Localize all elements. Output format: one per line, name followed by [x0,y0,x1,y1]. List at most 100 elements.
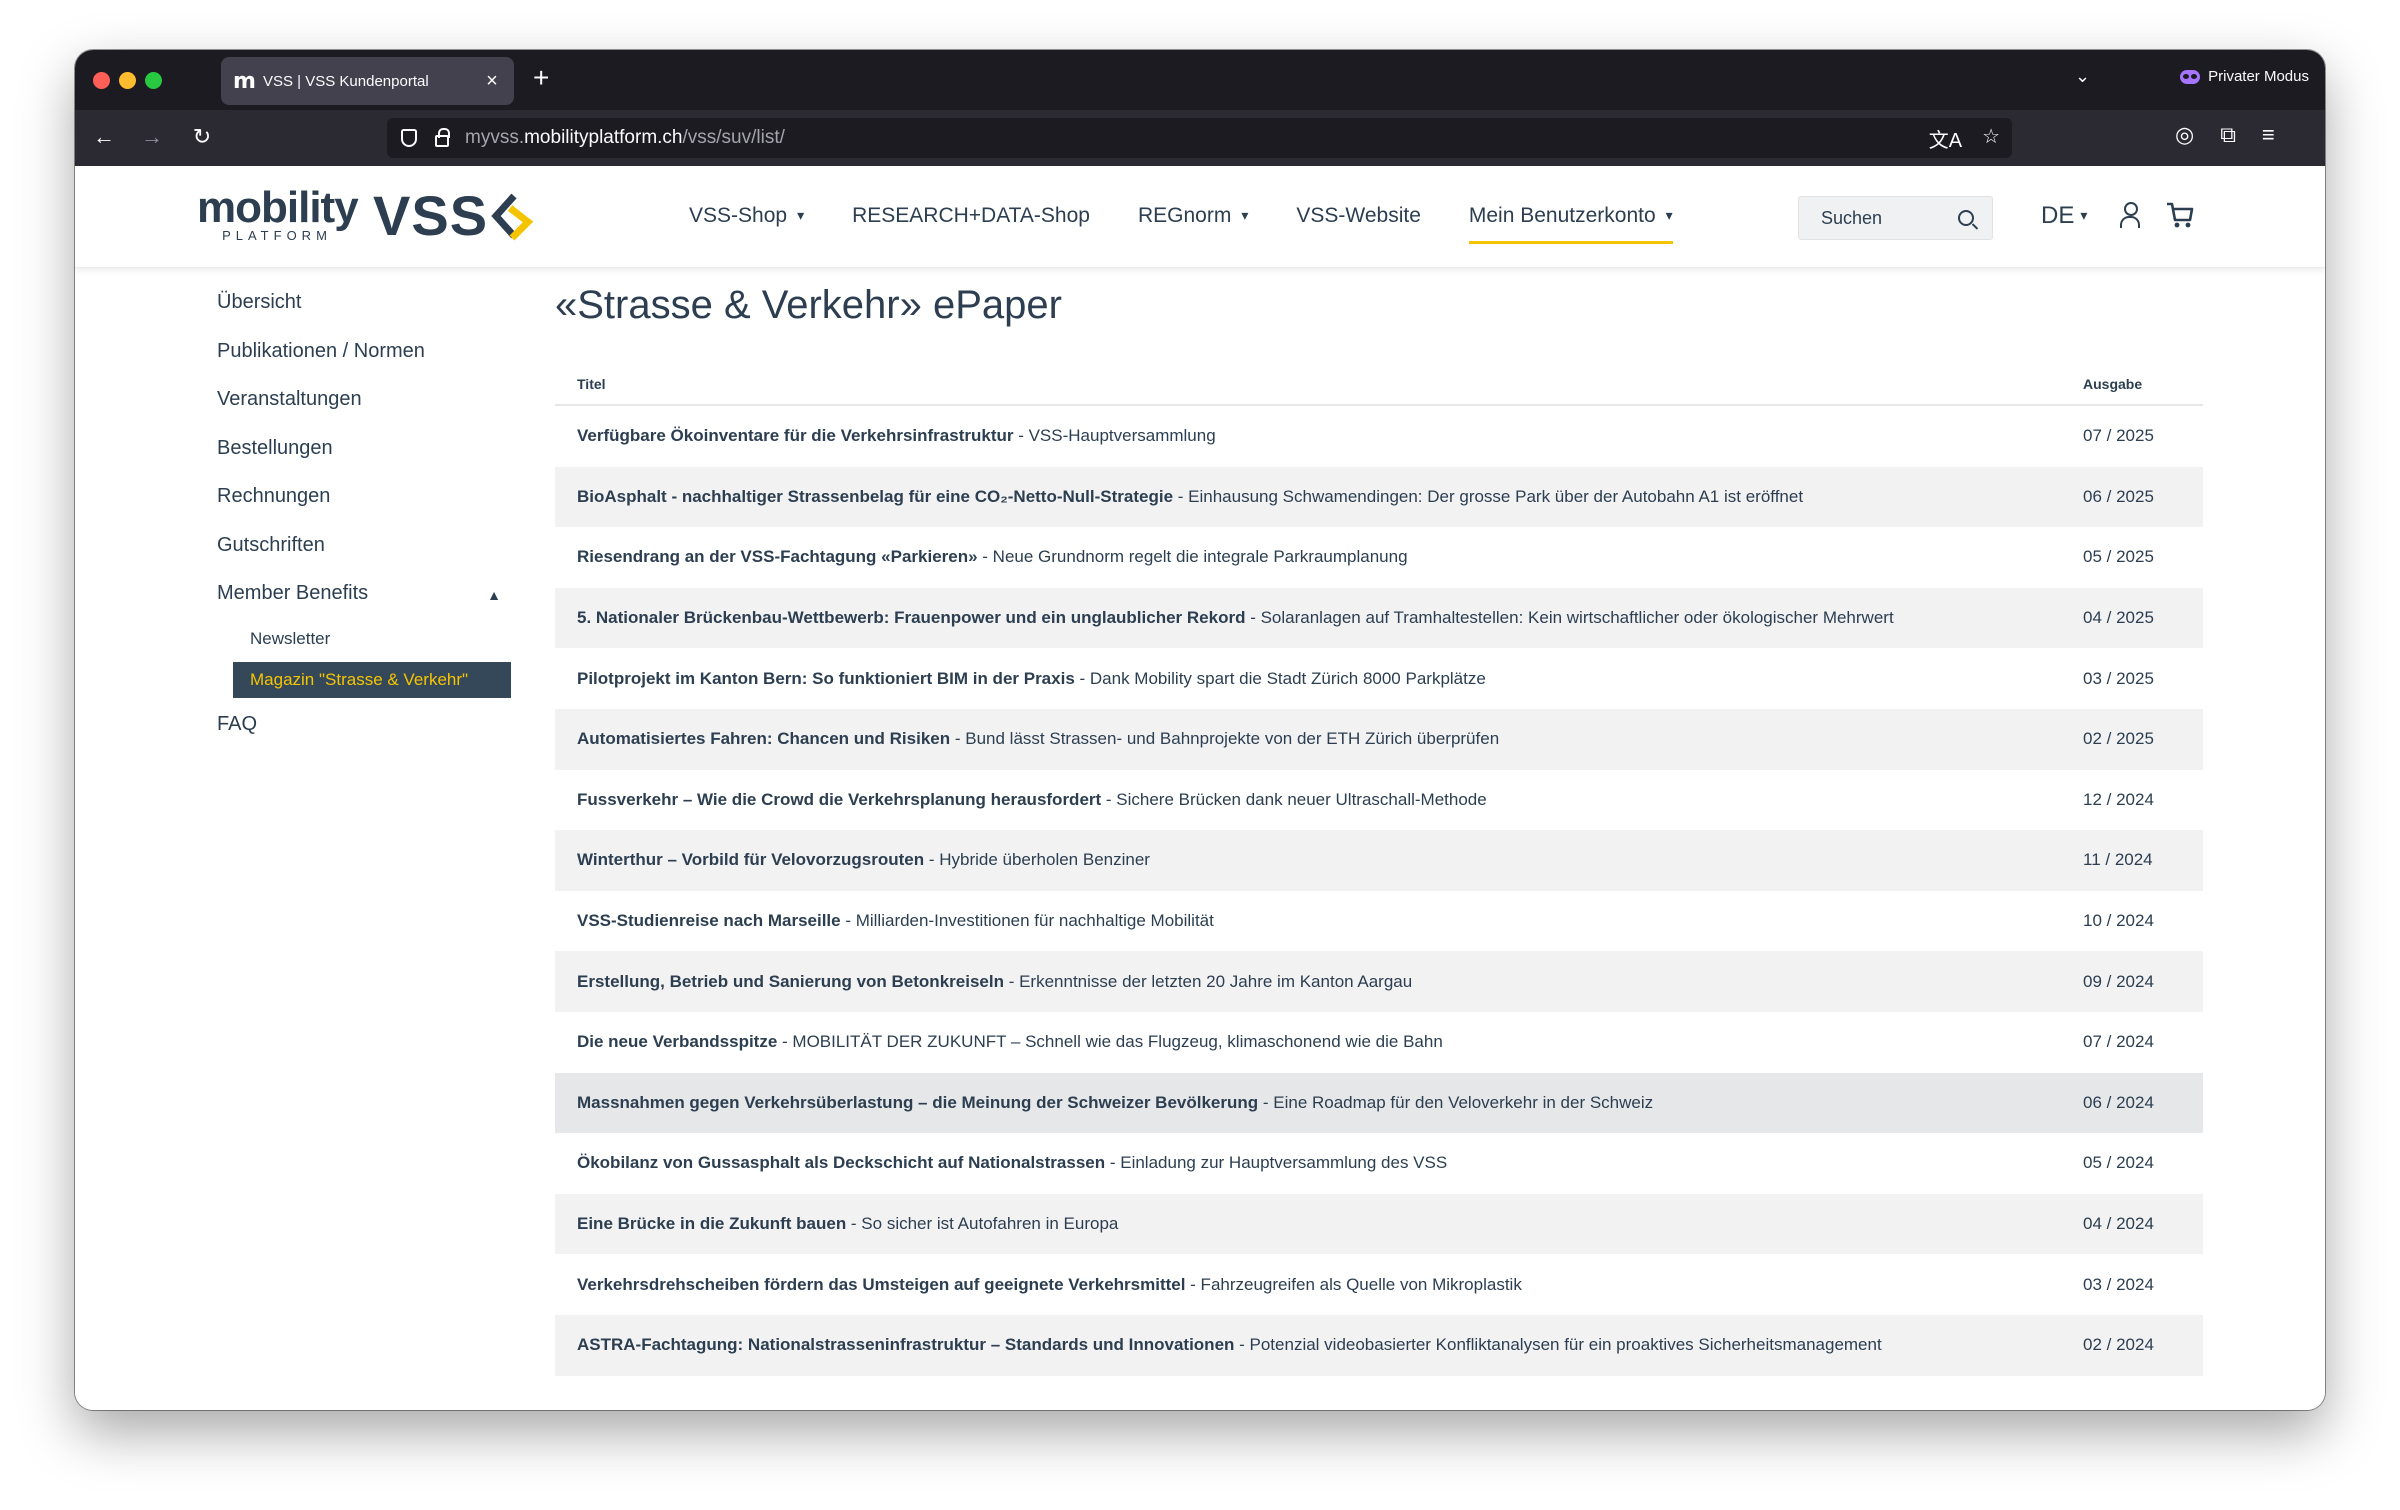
table-row[interactable]: Erstellung, Betrieb und Sanierung von Be… [555,951,2203,1012]
url-prefix: myvss. [465,127,525,148]
browser-toolbar: ← → ↻ myvss.mobilityplatform.ch/vss/suv/… [75,110,2325,166]
table-row[interactable]: 5. Nationaler Brückenbau-Wettbewerb: Fra… [555,587,2203,649]
sidebar-item-gutschriften[interactable]: Gutschriften [217,529,517,578]
private-mode-label: Privater Modus [2208,68,2309,85]
table-row[interactable]: Verkehrsdrehscheiben fördern das Umsteig… [555,1254,2203,1315]
table-row[interactable]: Pilotprojekt im Kanton Bern: So funktion… [555,648,2203,709]
row-title[interactable]: Eine Brücke in die Zukunft bauen - So si… [555,1214,2053,1234]
url-text[interactable]: myvss.mobilityplatform.ch/vss/suv/list/ [465,127,785,149]
forward-arrow-icon[interactable]: → [137,122,167,152]
row-issue: 07 / 2025 [2083,426,2154,446]
vss-chevron-logo-icon [491,193,534,241]
table-row[interactable]: Fussverkehr – Wie die Crowd die Verkehrs… [555,770,2203,831]
back-arrow-icon[interactable]: ← [89,122,119,152]
nav-research-data-shop-label: RESEARCH+DATA-Shop [852,204,1090,227]
nav-regnorm[interactable]: REGnorm ▾ [1114,200,1272,246]
table-row[interactable]: Die neue Verbandsspitze - MOBILITÄT DER … [555,1012,2203,1073]
row-issue: 03 / 2024 [2083,1274,2154,1294]
row-title[interactable]: Massnahmen gegen Verkehrsüberlastung – d… [555,1093,2053,1113]
row-title-rest: - Fahrzeugreifen als Quelle von Mikropla… [1185,1274,1522,1294]
search-input[interactable] [1821,207,1951,229]
mobility-platform-logo[interactable]: mobility PLATFORM [197,186,359,244]
table-row[interactable]: BioAsphalt - nachhaltiger Strassenbelag … [555,466,2203,528]
sidebar-item-veranstaltungen[interactable]: Veranstaltungen [217,383,517,432]
reload-icon[interactable]: ↻ [187,122,217,152]
user-account-icon[interactable] [2119,202,2141,230]
page-title: «Strasse & Verkehr» ePaper [555,283,1062,327]
tab-close-icon[interactable]: × [482,70,502,93]
table-row[interactable]: Ökobilanz von Gussasphalt als Deckschich… [555,1133,2203,1194]
row-title-bold: Fussverkehr – Wie die Crowd die Verkehrs… [577,789,1102,809]
table-row[interactable]: Riesendrang an der VSS-Fachtagung «Parki… [555,527,2203,588]
bookmark-star-icon[interactable]: ☆ [1982,124,2000,153]
row-title-rest: - Erkenntnisse der letzten 20 Jahre im K… [1003,971,1413,991]
new-tab-button[interactable]: + [533,62,549,94]
table-row[interactable]: Verfügbare Ökoinventare für die Verkehrs… [555,406,2203,467]
nav-mein-benutzerkonto[interactable]: Mein Benutzerkonto ▾ [1445,200,1697,246]
row-title-rest: - So sicher ist Autofahren in Europa [846,1214,1119,1234]
nav-vss-website[interactable]: VSS-Website [1272,200,1445,246]
vss-logo[interactable]: VSS [373,188,536,244]
browser-tab-active[interactable]: m VSS | VSS Kundenportal × [221,57,514,105]
sidebar-item-faq[interactable]: FAQ [217,708,517,757]
translate-icon[interactable]: 文A [1929,124,1962,153]
lock-icon[interactable] [435,128,450,147]
sidebar-item-publikationen[interactable]: Publikationen / Normen [217,335,517,384]
minimize-window-button[interactable] [119,72,136,89]
row-title-rest: - Eine Roadmap für den Veloverkehr in de… [1258,1092,1654,1112]
row-title[interactable]: Winterthur – Vorbild für Velovorzugsrout… [555,850,2053,870]
sidebar-item-rechnungen[interactable]: Rechnungen [217,480,517,529]
tab-list-chevron-icon[interactable]: ⌄ [2075,66,2090,87]
sidebar-item-member-benefits[interactable]: Member Benefits ▲ [217,577,517,626]
close-window-button[interactable] [93,72,110,89]
table-row[interactable]: Automatisiertes Fahren: Chancen und Risi… [555,708,2203,770]
row-title[interactable]: Pilotprojekt im Kanton Bern: So funktion… [555,669,2053,689]
row-issue: 04 / 2024 [2083,1214,2154,1234]
sidebar-subitem-newsletter[interactable]: Newsletter [217,626,517,662]
language-selector[interactable]: DE ▾ [2041,202,2087,230]
row-title[interactable]: Automatisiertes Fahren: Chancen und Risi… [555,729,2053,749]
tracking-shield-icon[interactable] [401,129,417,147]
row-title[interactable]: ASTRA-Fachtagung: Nationalstrasseninfras… [555,1335,2053,1355]
row-title[interactable]: BioAsphalt - nachhaltiger Strassenbelag … [555,487,2053,507]
row-title[interactable]: 5. Nationaler Brückenbau-Wettbewerb: Fra… [555,608,2053,628]
row-title-rest: - Sichere Brücken dank neuer Ultraschall… [1101,789,1487,809]
table-row[interactable]: ASTRA-Fachtagung: Nationalstrasseninfras… [555,1314,2203,1376]
maximize-window-button[interactable] [145,72,162,89]
url-path: /vss/suv/list/ [682,127,785,148]
sidebar-subitem-magazin[interactable]: Magazin "Strasse & Verkehr" [233,661,511,698]
row-title[interactable]: Riesendrang an der VSS-Fachtagung «Parki… [555,547,2053,567]
table-row[interactable]: VSS-Studienreise nach Marseille - Millia… [555,891,2203,952]
row-title-bold: Riesendrang an der VSS-Fachtagung «Parki… [577,547,978,567]
table-row[interactable]: Winterthur – Vorbild für Velovorzugsrout… [555,830,2203,891]
extensions-icon[interactable]: ⧉ [2220,122,2236,148]
chevron-down-icon: ▾ [1665,207,1673,223]
nav-vss-shop[interactable]: VSS-Shop ▾ [665,200,828,246]
nav-vss-website-label: VSS-Website [1296,204,1421,227]
sidebar-item-bestellungen[interactable]: Bestellungen [217,432,517,481]
row-title[interactable]: Die neue Verbandsspitze - MOBILITÄT DER … [555,1032,2053,1052]
shopping-cart-icon[interactable] [2165,200,2195,237]
row-title-rest: - Neue Grundnorm regelt die integrale Pa… [977,547,1408,567]
column-header-issue: Ausgabe [2083,376,2143,392]
epaper-table: Titel Ausgabe Verfügbare Ökoinventare fü… [555,364,2203,1376]
menu-hamburger-icon[interactable]: ≡ [2262,122,2275,148]
url-bar[interactable]: myvss.mobilityplatform.ch/vss/suv/list/ … [387,118,2012,158]
row-title[interactable]: Verfügbare Ökoinventare für die Verkehrs… [555,426,2053,446]
account-circle-icon[interactable]: ◎ [2175,122,2194,148]
row-title[interactable]: VSS-Studienreise nach Marseille - Millia… [555,911,2053,931]
sidebar-item-uebersicht[interactable]: Übersicht [217,286,517,335]
nav-research-data-shop[interactable]: RESEARCH+DATA-Shop [828,200,1114,246]
cart-svg [2167,202,2194,228]
row-title[interactable]: Fussverkehr – Wie die Crowd die Verkehrs… [555,790,2053,810]
chevron-up-icon[interactable]: ▲ [487,579,501,611]
row-issue: 04 / 2025 [2083,608,2154,628]
row-title-rest: - Milliarden-Investitionen für nachhalti… [840,911,1214,931]
table-row[interactable]: Eine Brücke in die Zukunft bauen - So si… [555,1193,2203,1255]
row-title[interactable]: Ökobilanz von Gussasphalt als Deckschich… [555,1153,2053,1173]
row-title[interactable]: Verkehrsdrehscheiben fördern das Umsteig… [555,1275,2053,1295]
row-title[interactable]: Erstellung, Betrieb und Sanierung von Be… [555,972,2053,992]
table-row[interactable]: Massnahmen gegen Verkehrsüberlastung – d… [555,1072,2203,1134]
search-icon[interactable] [1958,210,1974,226]
tab-favicon-icon: m [233,68,256,94]
